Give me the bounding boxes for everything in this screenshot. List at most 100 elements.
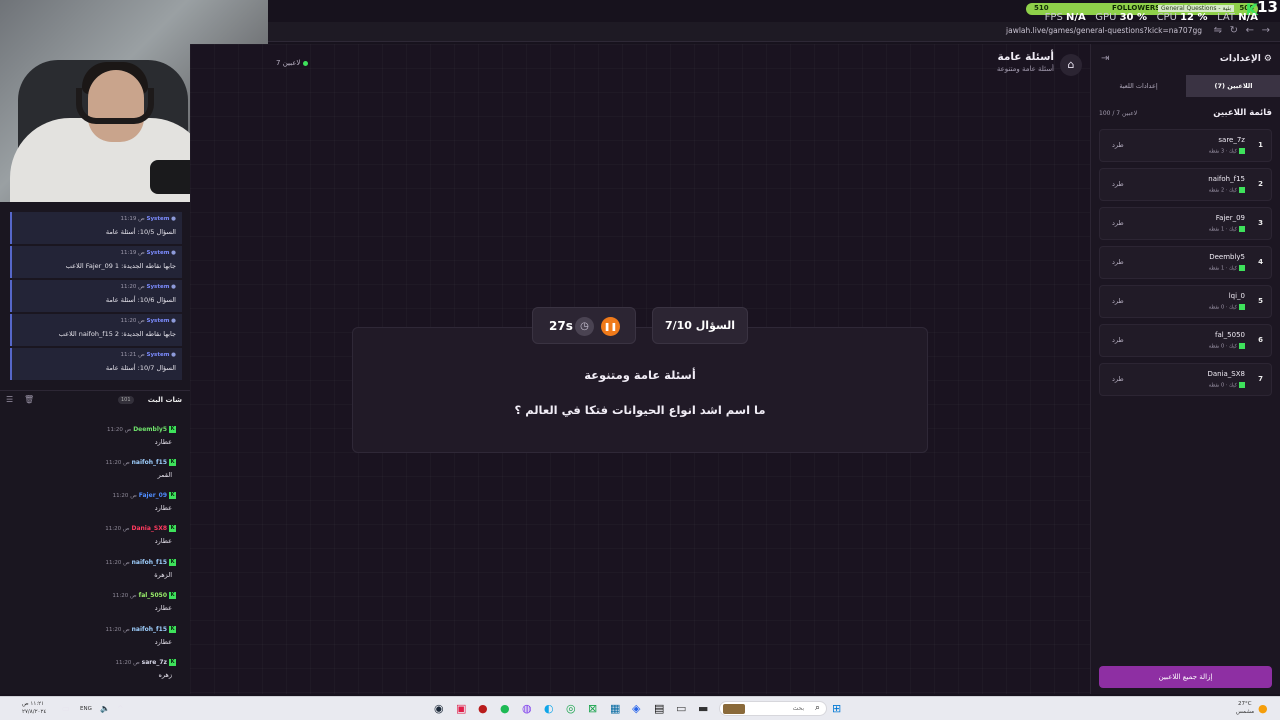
chat-message: 11:20 ص naifoh_f15 K الزهرة [105, 559, 176, 579]
followers-current: 510 [1034, 4, 1049, 12]
tab-players[interactable]: اللاعبين (7) [1186, 75, 1280, 97]
spotify-icon[interactable]: ● [500, 702, 510, 715]
chat-message: 11:20 ص sare_7z K زهره [115, 659, 176, 679]
terminal-icon[interactable]: ▭ [676, 702, 686, 715]
kick-icon [1239, 187, 1245, 193]
photos-icon[interactable]: ◈ [632, 702, 640, 715]
settings-tabs: إعدادات اللعبة اللاعبين (7) [1091, 75, 1280, 97]
weather-desc: مشمس [1236, 709, 1255, 715]
question-category: أسئلة عامة ومتنوعة [584, 368, 696, 382]
player-row: 2 naifoh_f15 كيك · 2 نقطة طرد [1099, 168, 1272, 201]
clock-time: ١١:٢١ ص [22, 701, 45, 707]
player-row: 6 fal_5050 كيك · 0 نقطة طرد [1099, 324, 1272, 357]
xbox-icon[interactable]: ⊠ [588, 702, 597, 715]
home-button[interactable]: ⌂ [1060, 54, 1082, 76]
chat-message: 11:20 ص naifoh_f15 K القمر [105, 459, 176, 479]
kick-player-button[interactable]: طرد [1112, 141, 1124, 149]
system-feed: 11:19 ص System ● السؤال 10/5: أسئلة عامة… [0, 202, 190, 384]
timer: 27s ◷ ❚❚ [532, 307, 636, 344]
record-icon[interactable]: ● [478, 702, 488, 715]
explorer-icon[interactable]: ▬ [698, 702, 708, 715]
settings-header: الإعدادات ⚙ [1219, 54, 1272, 64]
game-area: 7 لاعبين أسئلة عامة أسئلة عامة ومتنوعة ⌂… [190, 44, 1090, 694]
kick-player-button[interactable]: طرد [1112, 219, 1124, 227]
kick-icon [1239, 382, 1245, 388]
kick-icon [1239, 148, 1245, 154]
kick-player-button[interactable]: طرد [1112, 180, 1124, 188]
tray-expand-icon[interactable]: ^ [117, 704, 124, 713]
forward-icon[interactable]: → [1262, 25, 1270, 36]
epic-icon[interactable]: ▤ [654, 702, 664, 715]
question-card: أسئلة عامة ومتنوعة ما اسم اشد انواع الحي… [352, 327, 928, 453]
weather-temp: 27°C [1238, 701, 1252, 707]
kick-icon [1239, 304, 1245, 310]
player-row: 4 Deembly5 كيك · 1 نقطة طرد [1099, 246, 1272, 279]
address-bar[interactable]: jawlah.live/games/general-questions?kick… [1006, 26, 1202, 35]
chat-tray-icon[interactable]: ▭ [62, 704, 70, 713]
player-row: 7 Dania_SX8 كيك · 0 نقطة طرد [1099, 363, 1272, 396]
app-icon[interactable]: ▣ [456, 702, 466, 715]
question-number: السؤال 7/10 [652, 307, 748, 344]
language-indicator[interactable]: ENG [80, 706, 92, 712]
filter-icon[interactable]: ☰ [6, 395, 13, 404]
kick-icon: K [169, 659, 176, 666]
chat-title: شات البث [147, 396, 182, 404]
game-title: أسئلة عامة [997, 51, 1054, 63]
question-text: ما اسم اشد انواع الحيوانات فتكا في العال… [514, 403, 766, 417]
taskbar-search[interactable]: بحث ⌕ [719, 701, 827, 716]
tune-icon[interactable]: ⇋ [1214, 25, 1222, 36]
store-icon[interactable]: ▦ [610, 702, 620, 715]
remove-all-players-button[interactable]: إزالة جميع اللاعبين [1099, 666, 1272, 688]
discord-icon[interactable]: ◍ [522, 702, 532, 715]
back-icon[interactable]: ← [1246, 25, 1254, 36]
game-subtitle: أسئلة عامة ومتنوعة [996, 65, 1054, 73]
sun-icon[interactable]: ● [1258, 702, 1268, 715]
clock-date: ٢٧/٨/٢٠٢٤ [22, 709, 47, 715]
chat-message: 11:20 ص fal_5050 K عطارد [112, 592, 176, 612]
reload-icon[interactable]: ↻ [1230, 25, 1238, 36]
start-icon[interactable]: ⊞ [832, 702, 841, 715]
players-list-count: 100 / 7 لاعبين [1099, 110, 1138, 117]
players-online: 7 لاعبين [276, 59, 309, 67]
kick-icon: K [169, 559, 176, 566]
system-message: 11:19 ص System ● اللاعب Fajer_09 جابها ن… [10, 246, 182, 278]
gear-icon: ⚙ [1263, 54, 1272, 64]
online-dot-icon [303, 60, 309, 66]
trash-icon[interactable]: 🗑 [24, 395, 34, 404]
followers-sub: General Questions - بثية [1158, 5, 1235, 12]
pause-button[interactable]: ❚❚ [601, 317, 620, 336]
kick-icon: K [169, 626, 176, 633]
kick-player-button[interactable]: طرد [1112, 336, 1124, 344]
kick-player-button[interactable]: طرد [1112, 375, 1124, 383]
system-message: 11:21 ص System ● السؤال 10/7: أسئلة عامة [10, 348, 182, 380]
kick-icon: K [169, 525, 176, 532]
screen: 510 FOLLOWERS General Questions - بثية 5… [0, 0, 1280, 720]
chat-message: 11:20 ص Deembly5 K عطارد [107, 426, 176, 446]
chrome-icon[interactable]: ◎ [566, 702, 576, 715]
steam-icon[interactable]: ◉ [434, 702, 444, 715]
kick-icon: K [169, 492, 176, 499]
player-row: 3 Fajer_09 كيك · 1 نقطة طرد [1099, 207, 1272, 240]
timer-seconds: 27s [549, 319, 573, 333]
left-panel: 11:19 ص System ● السؤال 10/5: أسئلة عامة… [0, 202, 190, 694]
speaker-icon[interactable]: 🔈 [100, 704, 110, 713]
windows-taskbar: ١١:٢١ ص ٢٧/٨/٢٠٢٤ ▭ ENG 🔈 ^ ◉ ▣ ● ● ◍ ◐ … [0, 696, 1280, 720]
chat-count-badge: 101 [118, 396, 134, 404]
kick-player-button[interactable]: طرد [1112, 258, 1124, 266]
clock-icon: ◷ [575, 317, 594, 336]
player-row: 5 lqi_0 كيك · 0 نقطة طرد [1099, 285, 1272, 318]
player-row: 1 sare_7z كيك · 3 نقطة طرد [1099, 129, 1272, 162]
chat-message: 11:20 ص Dania_SX8 K عطارد [105, 525, 176, 545]
kick-icon [1239, 226, 1245, 232]
system-message: 11:20 ص System ● اللاعب naifoh_f15 جابها… [10, 314, 182, 346]
collapse-panel-icon[interactable]: ⇥ [1101, 53, 1109, 64]
settings-panel: ⇥ الإعدادات ⚙ إعدادات اللعبة اللاعبين (7… [1090, 44, 1280, 694]
kick-icon: K [169, 426, 176, 433]
search-placeholder: بحث [792, 705, 804, 712]
edge-icon[interactable]: ◐ [544, 702, 554, 715]
tab-game-settings[interactable]: إعدادات اللعبة [1091, 75, 1186, 97]
home-icon: ⌂ [1067, 58, 1075, 71]
search-highlight-image [723, 704, 745, 714]
kick-player-button[interactable]: طرد [1112, 297, 1124, 305]
chat-header: ☰ 🗑 101 شات البث [0, 390, 190, 408]
